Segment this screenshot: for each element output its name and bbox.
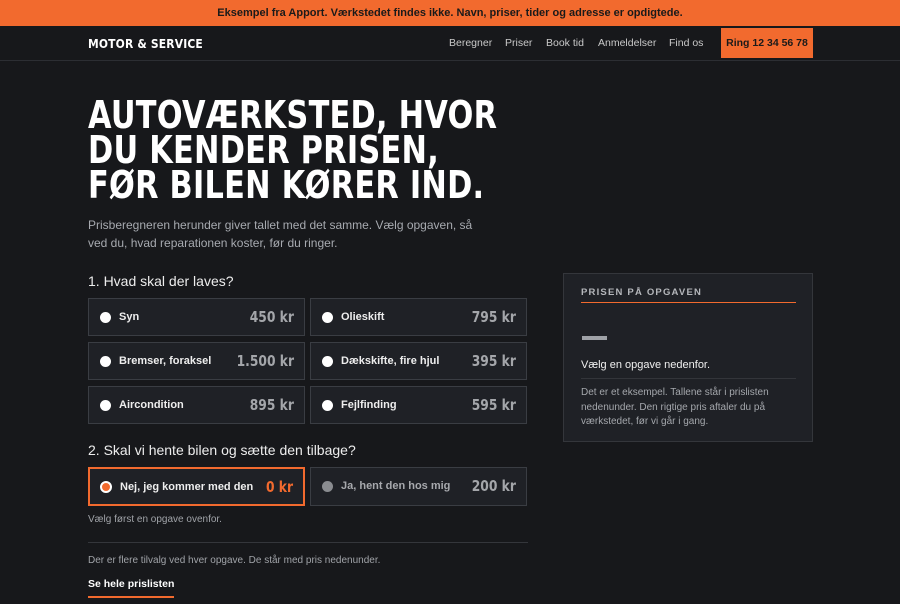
option-aircondition[interactable]: Aircondition 895 kr bbox=[88, 386, 305, 424]
price-card: PRISEN PÅ OPGAVEN Vælg en opgave nedenfo… bbox=[563, 273, 813, 442]
option-price: 895 kr bbox=[249, 396, 294, 414]
nav-item-find-os[interactable]: Find os bbox=[669, 37, 703, 49]
option-price: 795 kr bbox=[471, 308, 516, 326]
top-navigation: MOTOR & SERVICE Beregner Priser Book tid… bbox=[0, 26, 900, 61]
heading-underline bbox=[581, 302, 796, 303]
page-title: AUTOVÆRKSTED, HVOR DU KENDER PRISEN, FØR… bbox=[88, 96, 497, 207]
option-price: 595 kr bbox=[471, 396, 516, 414]
addons-note: Der er flere tilvalg ved hver opgave. De… bbox=[88, 555, 381, 566]
option-label: Dækskifte, fire hjul bbox=[341, 355, 440, 367]
title-line: FØR BILEN KØRER IND. bbox=[88, 163, 485, 207]
radio-icon bbox=[100, 400, 111, 411]
price-card-heading: PRISEN PÅ OPGAVEN bbox=[581, 287, 703, 298]
option-pickup[interactable]: Ja, hent den hos mig 200 kr bbox=[310, 467, 527, 506]
radio-icon bbox=[322, 356, 333, 367]
radio-icon bbox=[322, 400, 333, 411]
price-card-divider bbox=[581, 378, 796, 379]
option-price: 1.500 kr bbox=[236, 352, 294, 370]
option-price: 395 kr bbox=[471, 352, 516, 370]
option-label: Bremser, foraksel bbox=[119, 355, 212, 367]
price-placeholder-dash bbox=[582, 336, 607, 340]
option-price: 450 kr bbox=[249, 308, 294, 326]
radio-icon bbox=[100, 312, 111, 323]
price-list-link[interactable]: Se hele prislisten bbox=[88, 578, 175, 598]
option-label: Ja, hent den hos mig bbox=[341, 480, 451, 492]
option-syn[interactable]: Syn 450 kr bbox=[88, 298, 305, 336]
step1-title: 1. Hvad skal der laves? bbox=[88, 273, 234, 289]
option-no-pickup[interactable]: Nej, jeg kommer med den 0 kr bbox=[88, 467, 305, 506]
option-label: Fejlfinding bbox=[341, 399, 397, 411]
option-bremser[interactable]: Bremser, foraksel 1.500 kr bbox=[88, 342, 305, 380]
radio-icon bbox=[322, 481, 333, 492]
nav-item-priser[interactable]: Priser bbox=[505, 37, 532, 49]
radio-icon bbox=[322, 312, 333, 323]
radio-icon bbox=[100, 356, 111, 367]
option-olieskift[interactable]: Olieskift 795 kr bbox=[310, 298, 527, 336]
option-daekskifte[interactable]: Dækskifte, fire hjul 395 kr bbox=[310, 342, 527, 380]
demo-banner: Eksempel fra Apport. Værkstedet findes i… bbox=[0, 0, 900, 26]
radio-selected-icon bbox=[100, 481, 112, 493]
call-button[interactable]: Ring 12 34 56 78 bbox=[721, 28, 813, 58]
option-label: Aircondition bbox=[119, 399, 184, 411]
option-fejlfinding[interactable]: Fejlfinding 595 kr bbox=[310, 386, 527, 424]
option-label: Olieskift bbox=[341, 311, 385, 323]
price-card-note: Det er et eksempel. Tallene står i prisl… bbox=[581, 387, 769, 427]
option-label: Syn bbox=[119, 311, 140, 323]
step2-title: 2. Skal vi hente bilen og sætte den tilb… bbox=[88, 442, 356, 458]
nav-item-anmeldelser[interactable]: Anmeldelser bbox=[598, 37, 656, 49]
option-label: Nej, jeg kommer med den bbox=[120, 481, 254, 493]
option-price: 200 kr bbox=[471, 477, 516, 495]
brand-logo[interactable]: MOTOR & SERVICE bbox=[88, 36, 203, 51]
demo-banner-text: Eksempel fra Apport. Værkstedet findes i… bbox=[217, 7, 683, 19]
nav-item-beregner[interactable]: Beregner bbox=[449, 37, 492, 49]
step2-hint: Vælg først en opgave ovenfor. bbox=[88, 514, 222, 525]
intro-text: Prisberegneren herunder giver tallet med… bbox=[88, 218, 473, 250]
divider bbox=[88, 542, 528, 543]
price-card-message: Vælg en opgave nedenfor. bbox=[581, 359, 711, 371]
nav-item-book-tid[interactable]: Book tid bbox=[546, 37, 584, 49]
option-price: 0 kr bbox=[265, 478, 293, 496]
